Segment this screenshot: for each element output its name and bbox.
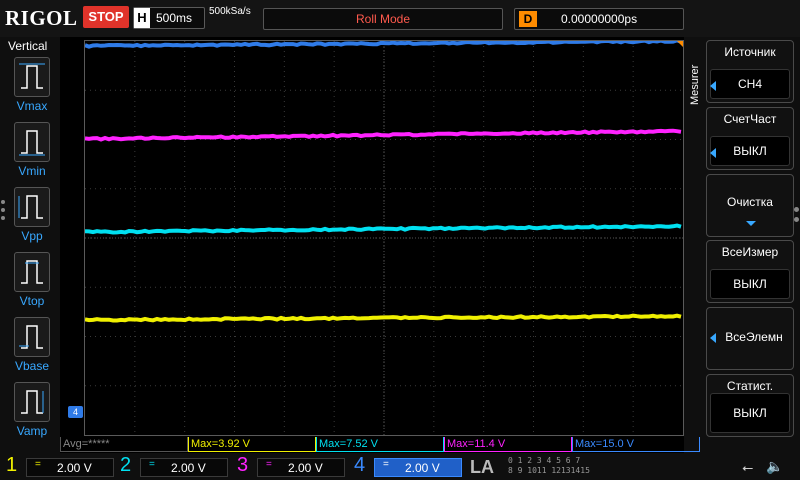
delay-value: 0.00000000ps bbox=[561, 12, 637, 26]
ch3-indicator[interactable]: 3 = 2.00 V bbox=[237, 457, 347, 477]
ch4-max-result: Max=15.0 V bbox=[572, 437, 700, 452]
statistics-button[interactable]: Статист. ВЫКЛ bbox=[706, 374, 794, 437]
trigger-position-icon bbox=[677, 41, 683, 47]
menu-title: Vertical bbox=[8, 39, 47, 53]
logic-analyzer-button[interactable]: LA bbox=[470, 457, 494, 478]
measure-vpp-button[interactable]: Vpp bbox=[12, 187, 52, 251]
arrow-left-icon bbox=[710, 333, 716, 343]
ch3-max-result: Max=11.4 V bbox=[444, 437, 572, 452]
all-measure-button[interactable]: ВсеИзмер ВЫКЛ bbox=[706, 240, 794, 303]
horizontal-icon: H bbox=[134, 8, 150, 28]
arrow-left-icon bbox=[710, 148, 716, 158]
counter-button[interactable]: СчетЧаст ВЫКЛ bbox=[706, 107, 794, 170]
ch1-max-result: Max=3.92 V bbox=[188, 437, 316, 452]
top-status-bar: RIGOL STOP H 500ms 500kSa/s Roll Mode D … bbox=[0, 0, 800, 37]
sample-rate: 500kSa/s bbox=[209, 6, 251, 17]
measure-vtop-button[interactable]: Vtop bbox=[12, 252, 52, 316]
dc-coupling-icon: = bbox=[35, 459, 41, 470]
measure-vamp-button[interactable]: Vamp bbox=[12, 382, 52, 446]
vpp-icon bbox=[14, 187, 50, 227]
ch1-trace bbox=[85, 316, 681, 321]
statistics-value: ВЫКЛ bbox=[710, 393, 790, 433]
vertical-measure-menu: Vertical Vmax Vmin Vpp Vtop Vbase Vamp bbox=[0, 37, 60, 453]
dc-coupling-icon: = bbox=[266, 459, 272, 470]
ch2-scale: 2.00 V bbox=[171, 461, 206, 475]
ch3-scale: 2.00 V bbox=[288, 461, 323, 475]
vmin-icon bbox=[14, 122, 50, 162]
waveform-display[interactable] bbox=[84, 40, 684, 436]
ch1-scale: 2.00 V bbox=[57, 461, 92, 475]
source-button[interactable]: Источник CH4 bbox=[706, 40, 794, 103]
measure-vmin-button[interactable]: Vmin bbox=[12, 122, 52, 186]
avg-result: Avg=***** bbox=[60, 437, 188, 452]
scroll-dot bbox=[794, 217, 799, 222]
arrow-left-icon bbox=[710, 81, 716, 91]
vmax-icon bbox=[14, 57, 50, 97]
ch4-indicator[interactable]: 4 = 2.00 V bbox=[354, 457, 464, 477]
vamp-icon bbox=[14, 382, 50, 422]
ch4-scale: 2.00 V bbox=[405, 461, 440, 475]
ch2-indicator[interactable]: 2 = 2.00 V bbox=[120, 457, 230, 477]
delay-icon: D bbox=[519, 11, 537, 27]
clear-button[interactable]: Очистка bbox=[706, 174, 794, 237]
vtop-icon bbox=[14, 252, 50, 292]
ch3-trace bbox=[85, 131, 681, 140]
logic-channel-grid: 0 1 2 3 4 5 6 7 8 9 1011 12131415 bbox=[508, 456, 600, 476]
run-stop-status[interactable]: STOP bbox=[83, 6, 129, 28]
menu-side-label: Mesurer bbox=[689, 45, 701, 105]
ch1-indicator[interactable]: 1 = 2.00 V bbox=[6, 457, 116, 477]
usb-icon: ⭠ bbox=[742, 459, 753, 476]
speaker-muted-icon[interactable]: 🔈 bbox=[766, 458, 783, 475]
measure-vbase-button[interactable]: Vbase bbox=[12, 317, 52, 381]
ch2-max-result: Max=7.52 V bbox=[316, 437, 444, 452]
vbase-icon bbox=[14, 317, 50, 357]
chevron-down-icon bbox=[746, 221, 756, 226]
scroll-dots bbox=[1, 200, 5, 224]
ch4-trace bbox=[85, 41, 681, 47]
waveform-canvas bbox=[85, 41, 683, 435]
dc-coupling-icon: = bbox=[383, 459, 389, 470]
measure-vmax-button[interactable]: Vmax bbox=[12, 57, 52, 121]
ch2-trace bbox=[85, 226, 681, 233]
timebase-value: 500ms bbox=[156, 11, 192, 25]
all-measure-value: ВЫКЛ bbox=[710, 269, 790, 299]
measurement-results: Avg=***** Max=3.92 V Max=7.52 V Max=11.4… bbox=[60, 437, 700, 452]
ch4-offset-marker[interactable]: 4 bbox=[68, 406, 83, 418]
source-value: CH4 bbox=[710, 69, 790, 99]
counter-value: ВЫКЛ bbox=[710, 136, 790, 166]
acquisition-mode: Roll Mode bbox=[263, 8, 503, 30]
channel-bar: 1 = 2.00 V 2 = 2.00 V 3 = 2.00 V 4 = 2.00 V … bbox=[0, 453, 800, 480]
dc-coupling-icon: = bbox=[149, 459, 155, 470]
timebase-display[interactable]: H 500ms bbox=[133, 7, 205, 29]
all-items-button[interactable]: ВсеЭлемн bbox=[706, 307, 794, 370]
rigol-logo: RIGOL bbox=[5, 6, 78, 31]
delay-display[interactable]: D 0.00000000ps bbox=[514, 8, 684, 30]
measure-side-menu: Mesurer Источник CH4 СчетЧаст ВЫКЛ Очист… bbox=[684, 37, 800, 453]
scroll-dot bbox=[794, 207, 799, 212]
